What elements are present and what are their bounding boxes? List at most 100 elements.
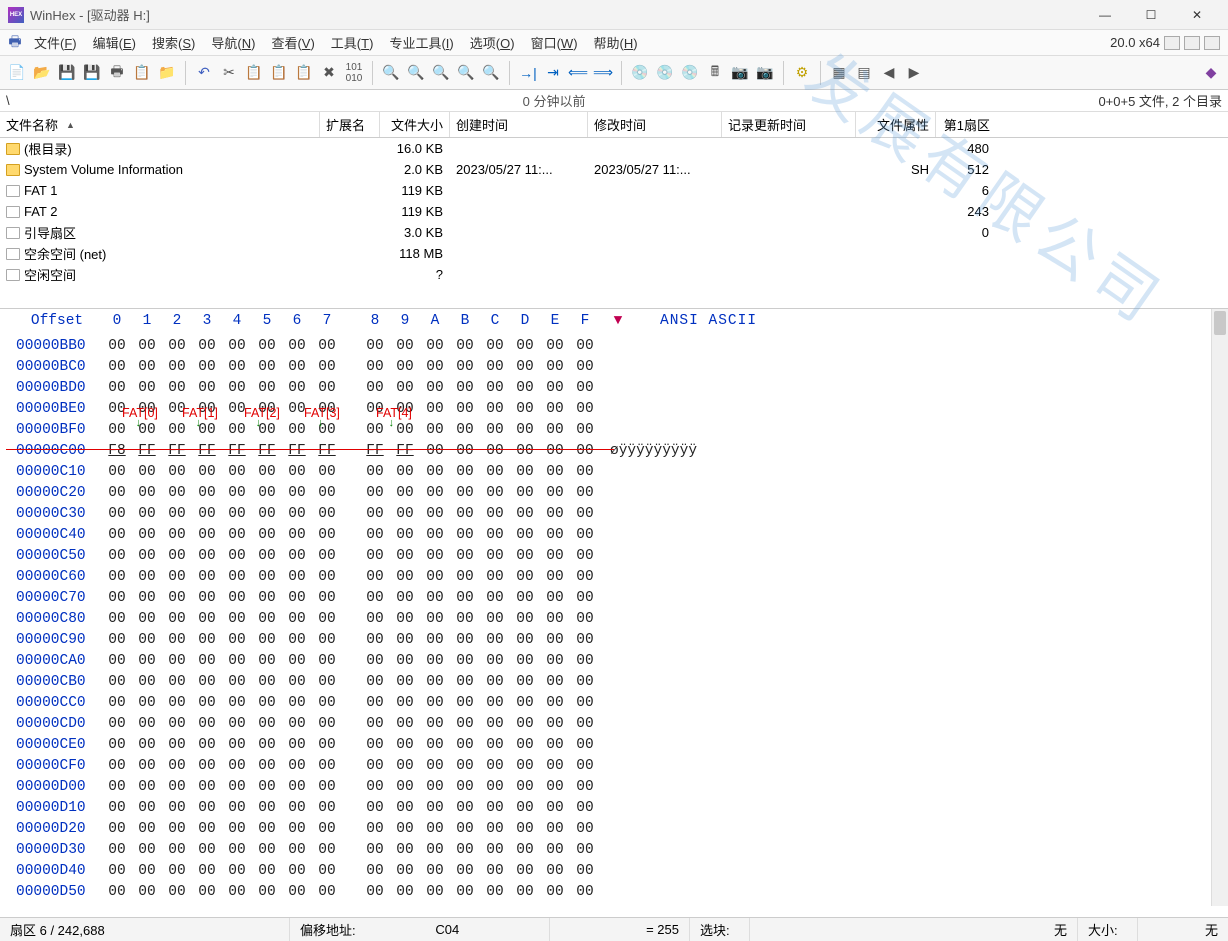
hex-row[interactable]: 00000CA000000000000000000000000000000000 bbox=[2, 651, 1228, 672]
binary-icon[interactable]: 101010 bbox=[343, 62, 365, 84]
back-icon[interactable]: ⟸ bbox=[567, 62, 589, 84]
hex-editor[interactable]: Offset 0123456789ABCDEF ▼ ANSI ASCII 000… bbox=[0, 309, 1228, 903]
menu-窗口(W)[interactable]: 窗口(W) bbox=[523, 30, 586, 55]
copy-icon[interactable]: 📋 bbox=[243, 62, 265, 84]
gear-icon[interactable]: ⚙ bbox=[791, 62, 813, 84]
hex-row[interactable]: 00000C6000000000000000000000000000000000 bbox=[2, 567, 1228, 588]
print-icon[interactable]: 🖶 bbox=[106, 62, 128, 84]
hex-row[interactable]: 00000D3000000000000000000000000000000000 bbox=[2, 840, 1228, 861]
mdi-close-button[interactable] bbox=[1204, 36, 1220, 50]
saveas-icon[interactable]: 💾 bbox=[81, 62, 103, 84]
disk-icon[interactable]: 💿 bbox=[629, 62, 651, 84]
calc-icon[interactable]: 🖩 bbox=[704, 62, 726, 84]
hex-row[interactable]: 00000C00F8FFFFFFFFFFFFFFFFFF000000000000… bbox=[2, 441, 1228, 462]
find-text-icon[interactable]: 🔍 bbox=[430, 62, 452, 84]
disk2-icon[interactable]: 💿 bbox=[654, 62, 676, 84]
hex-row[interactable]: 00000C3000000000000000000000000000000000 bbox=[2, 504, 1228, 525]
hex-row[interactable]: 00000D5000000000000000000000000000000000 bbox=[2, 882, 1228, 903]
hex-row[interactable]: 00000BD000000000000000000000000000000000 bbox=[2, 378, 1228, 399]
file-list-header[interactable]: 文件名称 扩展名 文件大小 创建时间 修改时间 记录更新时间 文件属性 第1扇区 bbox=[0, 112, 1228, 138]
menu-工具(T)[interactable]: 工具(T) bbox=[323, 30, 382, 55]
col-size[interactable]: 文件大小 bbox=[380, 112, 450, 137]
col-created[interactable]: 创建时间 bbox=[450, 112, 588, 137]
menu-导航(N)[interactable]: 导航(N) bbox=[203, 30, 263, 55]
col-attr[interactable]: 文件属性 bbox=[856, 112, 936, 137]
tool1-icon[interactable]: ▦ bbox=[828, 62, 850, 84]
menu-文件(F)[interactable]: 文件(F) bbox=[26, 30, 85, 55]
hex-row[interactable]: 00000C2000000000000000000000000000000000 bbox=[2, 483, 1228, 504]
menu-选项(O)[interactable]: 选项(O) bbox=[462, 30, 523, 55]
maximize-button[interactable]: ☐ bbox=[1128, 1, 1174, 29]
table-row[interactable]: 引导扇区 3.0 KB 0 bbox=[0, 222, 1228, 243]
table-row[interactable]: FAT 2 119 KB 243 bbox=[0, 201, 1228, 222]
table-row[interactable]: System Volume Information 2.0 KB 2023/05… bbox=[0, 159, 1228, 180]
camera-icon[interactable]: 📷 bbox=[729, 62, 751, 84]
hex-row[interactable]: 00000C7000000000000000000000000000000000 bbox=[2, 588, 1228, 609]
hex-row[interactable]: 00000CD000000000000000000000000000000000 bbox=[2, 714, 1228, 735]
hex-row[interactable]: 00000C4000000000000000000000000000000000 bbox=[2, 525, 1228, 546]
menu-专业工具(I)[interactable]: 专业工具(I) bbox=[381, 30, 461, 55]
hex-row[interactable]: 00000BC000000000000000000000000000000000 bbox=[2, 357, 1228, 378]
goto-sector-icon[interactable]: ⇥ bbox=[542, 62, 564, 84]
hex-row[interactable]: 00000D1000000000000000000000000000000000 bbox=[2, 798, 1228, 819]
hex-row[interactable]: 00000CC000000000000000000000000000000000 bbox=[2, 693, 1228, 714]
menu-编辑(E)[interactable]: 编辑(E) bbox=[85, 30, 144, 55]
clipboard-icon[interactable]: 📋 bbox=[268, 62, 290, 84]
hex-col-3: 3 bbox=[192, 311, 222, 332]
mdi-restore-button[interactable] bbox=[1184, 36, 1200, 50]
hex-row[interactable]: 00000CE000000000000000000000000000000000 bbox=[2, 735, 1228, 756]
find-icon[interactable]: 🔍 bbox=[380, 62, 402, 84]
open-icon[interactable]: 📂 bbox=[31, 62, 53, 84]
goto-icon[interactable]: →| bbox=[517, 62, 539, 84]
save-icon[interactable]: 💾 bbox=[56, 62, 78, 84]
replace-icon[interactable]: 🔍 bbox=[455, 62, 477, 84]
status-sector: 扇区 6 / 242,688 bbox=[0, 918, 290, 941]
menu-帮助(H)[interactable]: 帮助(H) bbox=[586, 30, 646, 55]
folder-icon[interactable]: 📁 bbox=[156, 62, 178, 84]
hex-row[interactable]: 00000CF000000000000000000000000000000000 bbox=[2, 756, 1228, 777]
new-icon[interactable]: 📄 bbox=[6, 62, 28, 84]
vertical-scrollbar[interactable] bbox=[1211, 309, 1228, 906]
menu-查看(V)[interactable]: 查看(V) bbox=[263, 30, 322, 55]
table-row[interactable]: FAT 1 119 KB 6 bbox=[0, 180, 1228, 201]
hex-row[interactable]: 00000D4000000000000000000000000000000000 bbox=[2, 861, 1228, 882]
scrollbar-thumb[interactable] bbox=[1214, 311, 1226, 335]
tool2-icon[interactable]: ▤ bbox=[853, 62, 875, 84]
delete-icon[interactable]: ✖ bbox=[318, 62, 340, 84]
minimize-button[interactable]: — bbox=[1082, 1, 1128, 29]
col-sector[interactable]: 第1扇区 bbox=[936, 112, 996, 137]
col-name[interactable]: 文件名称 bbox=[0, 112, 320, 137]
hex-row[interactable]: 00000C9000000000000000000000000000000000 bbox=[2, 630, 1228, 651]
hex-row[interactable]: 00000C1000000000000000000000000000000000 bbox=[2, 462, 1228, 483]
col-updated[interactable]: 记录更新时间 bbox=[722, 112, 856, 137]
cut-icon[interactable]: ✂ bbox=[218, 62, 240, 84]
table-row[interactable]: (根目录) 16.0 KB 480 bbox=[0, 138, 1228, 159]
close-button[interactable]: ✕ bbox=[1174, 1, 1220, 29]
hex-row[interactable]: 00000CB000000000000000000000000000000000 bbox=[2, 672, 1228, 693]
hex-row[interactable]: 00000BF000000000000000000000000000000000 bbox=[2, 420, 1228, 441]
properties-icon[interactable]: 📋 bbox=[131, 62, 153, 84]
next-icon[interactable]: ▶ bbox=[903, 62, 925, 84]
prev-icon[interactable]: ◀ bbox=[878, 62, 900, 84]
printer-icon[interactable]: 🖶 bbox=[4, 32, 26, 54]
col-ext[interactable]: 扩展名 bbox=[320, 112, 380, 137]
paste-icon[interactable]: 📋 bbox=[293, 62, 315, 84]
hex-row[interactable]: 00000D0000000000000000000000000000000000 bbox=[2, 777, 1228, 798]
undo-icon[interactable]: ↶ bbox=[193, 62, 215, 84]
disk3-icon[interactable]: 💿 bbox=[679, 62, 701, 84]
hex-row[interactable]: 00000BB000000000000000000000000000000000 bbox=[2, 336, 1228, 357]
table-row[interactable]: 空余空间 (net) 118 MB bbox=[0, 243, 1228, 264]
hex-row[interactable]: 00000D2000000000000000000000000000000000 bbox=[2, 819, 1228, 840]
help-icon[interactable]: ◆ bbox=[1200, 62, 1222, 84]
menu-搜索(S)[interactable]: 搜索(S) bbox=[144, 30, 203, 55]
forward-icon[interactable]: ⟹ bbox=[592, 62, 614, 84]
find-hex-icon[interactable]: 🔍 bbox=[405, 62, 427, 84]
col-modified[interactable]: 修改时间 bbox=[588, 112, 722, 137]
mdi-min-button[interactable] bbox=[1164, 36, 1180, 50]
replace-hex-icon[interactable]: 🔍 bbox=[480, 62, 502, 84]
hex-row[interactable]: 00000C5000000000000000000000000000000000 bbox=[2, 546, 1228, 567]
camera2-icon[interactable]: 📷 bbox=[754, 62, 776, 84]
hex-row[interactable]: 00000C8000000000000000000000000000000000 bbox=[2, 609, 1228, 630]
file-name: (根目录) bbox=[24, 139, 72, 158]
table-row[interactable]: 空闲空间 ? bbox=[0, 264, 1228, 285]
